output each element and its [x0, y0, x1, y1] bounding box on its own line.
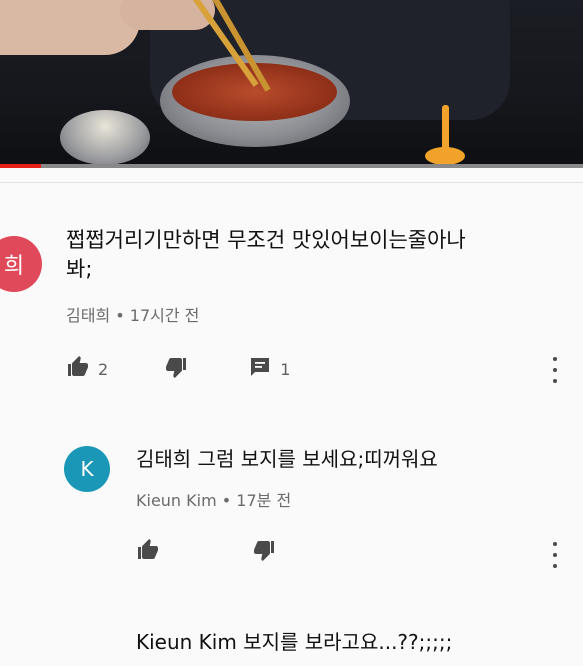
like-count: 2: [98, 359, 109, 379]
reply-meta: Kieun Kim • 17분 전: [136, 487, 291, 511]
dislike-button[interactable]: [252, 538, 276, 566]
avatar-initial: K: [80, 457, 94, 481]
avatar[interactable]: 희: [0, 236, 42, 292]
reply-text: 김태희 그럼 보지를 보세요;띠꺼워요: [136, 447, 438, 471]
video-frame[interactable]: [0, 0, 583, 168]
video-progress-bar[interactable]: [0, 164, 583, 168]
thumbs-down-icon: [164, 355, 188, 383]
dislike-button[interactable]: [164, 355, 188, 383]
comment-meta: 김태희 • 17시간 전: [66, 302, 199, 326]
like-button[interactable]: [136, 538, 160, 566]
reply-author[interactable]: Kieun Kim: [136, 491, 217, 510]
divider: [0, 182, 583, 183]
reply-button[interactable]: 1: [248, 355, 290, 383]
more-options-icon[interactable]: [550, 542, 560, 568]
comment-author[interactable]: 김태희: [66, 306, 110, 325]
reply-actions: [136, 538, 276, 566]
comment-actions: 2 1: [66, 355, 290, 383]
thumbs-up-icon: [136, 538, 160, 566]
spoon: [425, 105, 465, 165]
comment-time: 17시간 전: [129, 306, 200, 325]
video-progress-played: [0, 164, 41, 168]
more-options-icon[interactable]: [550, 357, 560, 383]
avatar-initial: 희: [3, 254, 25, 279]
reply-text: Kieun Kim 보지를 보라고요...??;;;;;: [136, 630, 453, 654]
reply-time: 17분 전: [236, 491, 292, 510]
thumbs-down-icon: [252, 538, 276, 566]
comment-text: 쩝쩝거리기만하면 무조건 맛있어보이는줄아나봐;: [66, 228, 466, 281]
meta-separator: •: [115, 306, 130, 325]
comment-icon: [248, 355, 272, 383]
meta-separator: •: [221, 491, 237, 510]
rice-bowl: [60, 110, 150, 165]
reply-count: 1: [280, 359, 291, 379]
person-arm: [0, 0, 140, 55]
like-button[interactable]: 2: [66, 355, 108, 383]
thumbs-up-icon: [66, 355, 90, 383]
avatar[interactable]: K: [64, 446, 110, 492]
